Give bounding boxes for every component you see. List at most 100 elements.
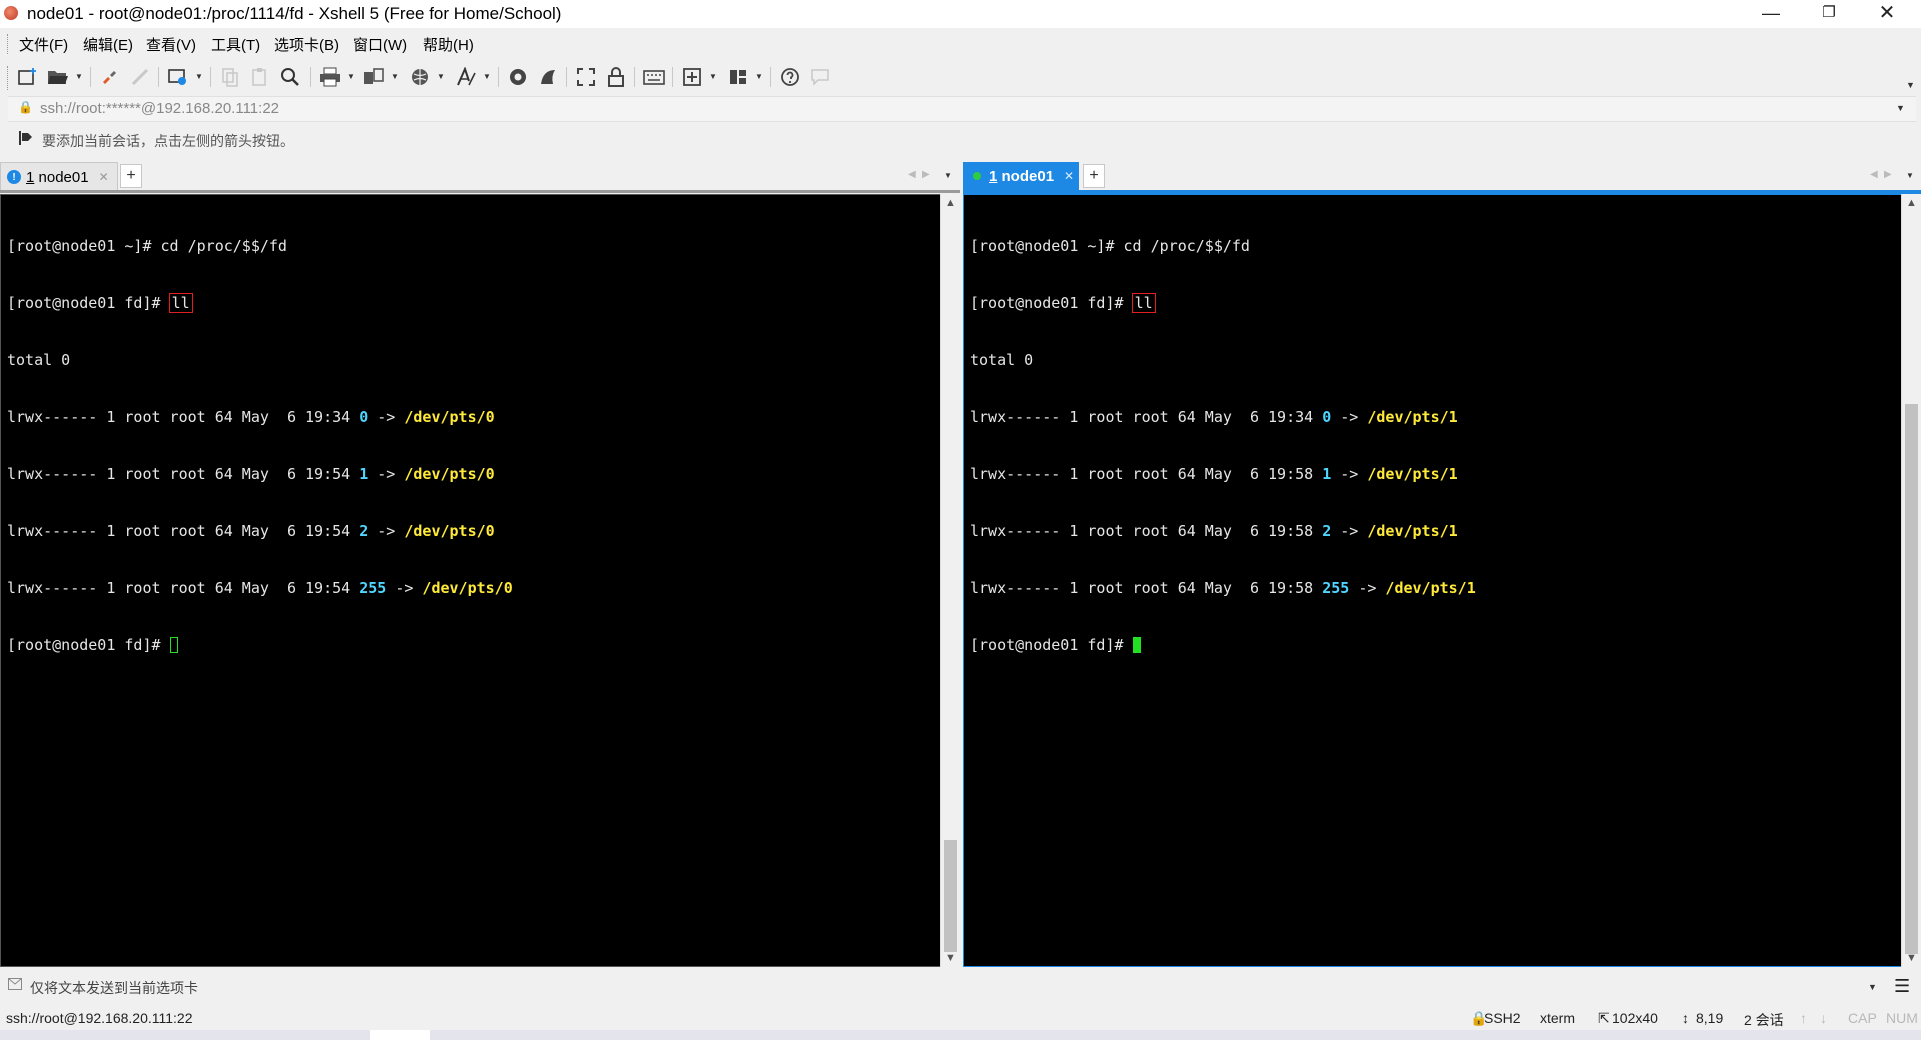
lock-icon: 🔒	[18, 100, 33, 114]
layout-dropdown-icon[interactable]: ▼	[755, 72, 763, 81]
prompt: [root@node01 fd]#	[7, 294, 170, 312]
scroll-up-icon[interactable]: ▲	[1902, 194, 1921, 212]
fd-target: /dev/pts/0	[404, 522, 495, 540]
tab-scroll-left-icon[interactable]: ◀	[1870, 169, 1878, 180]
address-bar[interactable]: 🔒 ssh://root:******@192.168.20.111:22 ▼	[8, 96, 1916, 122]
terminal-line: lrwx------ 1 root root 64 May 6 19:34 0 …	[970, 408, 1476, 427]
tab-scroll-left-icon[interactable]: ◀	[908, 169, 916, 180]
fd-target: /dev/pts/1	[1367, 408, 1458, 426]
compose-bar[interactable]: 仅将文本发送到当前选项卡 ▼ ☰	[0, 974, 1921, 1000]
compose-input[interactable]: 仅将文本发送到当前选项卡	[30, 978, 198, 998]
arrow: ->	[368, 465, 405, 483]
tab-node01-left[interactable]: ! 1 node01 ✕	[0, 162, 118, 191]
vertical-scrollbar[interactable]: ▲ ▼	[940, 194, 960, 967]
status-protocol: SSH2	[1484, 1010, 1521, 1026]
scroll-down-icon[interactable]: ▼	[941, 949, 960, 967]
fd-number: 255	[359, 579, 387, 597]
xshell-app-icon[interactable]	[4, 6, 18, 20]
restore-button[interactable]: ❐	[1800, 0, 1858, 28]
tab-scroll-right-icon[interactable]: ▶	[1884, 169, 1892, 180]
menu-file[interactable]: 文件(F)	[19, 34, 68, 55]
toolbar-overflow-icon[interactable]: ▼	[1906, 80, 1915, 90]
menu-help[interactable]: 帮助(H)	[423, 34, 474, 55]
globe-icon[interactable]	[408, 65, 432, 89]
copy-icon[interactable]	[218, 65, 242, 89]
title-bar: node01 - root@node01:/proc/1114/fd - Xsh…	[0, 0, 1921, 28]
new-tab-button[interactable]: +	[1083, 164, 1105, 188]
session-properties-icon[interactable]	[166, 65, 190, 89]
menu-edit[interactable]: 编辑(E)	[83, 34, 133, 55]
transfer-icon[interactable]	[362, 65, 386, 89]
scroll-thumb[interactable]	[1905, 404, 1918, 954]
font-icon[interactable]	[454, 65, 478, 89]
new-tab-button[interactable]: +	[120, 164, 142, 188]
menu-view[interactable]: 查看(V)	[146, 34, 196, 55]
vertical-scrollbar[interactable]: ▲ ▼	[1901, 194, 1921, 967]
arrow: ->	[1331, 408, 1368, 426]
properties-dropdown-icon[interactable]: ▼	[195, 72, 203, 81]
tab-list-dropdown-icon[interactable]: ▼	[1906, 171, 1914, 180]
add-session-arrow-icon[interactable]	[18, 130, 34, 150]
layout-icon[interactable]	[726, 65, 750, 89]
close-window-button[interactable]: ✕	[1858, 0, 1916, 28]
xftp-icon[interactable]	[506, 65, 530, 89]
menu-window[interactable]: 窗口(W)	[353, 34, 407, 55]
compose-menu-icon[interactable]: ☰	[1894, 976, 1910, 997]
scroll-down-icon[interactable]: ▼	[1902, 949, 1921, 967]
status-cursor-icon: ↕	[1682, 1010, 1689, 1026]
scroll-thumb[interactable]	[944, 840, 957, 952]
paste-icon[interactable]	[248, 65, 272, 89]
terminal-screen[interactable]: [root@node01 ~]# cd /proc/$$/fd [root@no…	[963, 194, 1902, 967]
scroll-up-icon[interactable]: ▲	[941, 194, 960, 212]
address-dropdown-icon[interactable]: ▼	[1896, 103, 1905, 113]
status-bar: ssh://root@192.168.20.111:22 🔒 SSH2 xter…	[0, 1006, 1921, 1030]
menu-tools[interactable]: 工具(T)	[211, 34, 260, 55]
add-to-compose-icon[interactable]	[680, 65, 704, 89]
xshell-feature-icon[interactable]	[536, 65, 560, 89]
terminal-line: lrwx------ 1 root root 64 May 6 19:54 25…	[7, 579, 513, 598]
arrow: ->	[368, 522, 405, 540]
minimize-button[interactable]: —	[1742, 0, 1800, 28]
transfer-dropdown-icon[interactable]: ▼	[391, 72, 399, 81]
print-icon[interactable]	[318, 65, 342, 89]
menu-tab[interactable]: 选项卡(B)	[274, 34, 339, 55]
tab-close-icon[interactable]: ✕	[99, 170, 109, 184]
fd-number: 2	[359, 522, 369, 540]
lock-icon[interactable]	[604, 65, 628, 89]
toolbar-grip[interactable]	[7, 66, 10, 90]
menu-grip[interactable]	[7, 34, 10, 54]
tab-label: 1 node01	[989, 167, 1055, 185]
globe-dropdown-icon[interactable]: ▼	[437, 72, 445, 81]
fd-number: 2	[1322, 522, 1332, 540]
font-dropdown-icon[interactable]: ▼	[483, 72, 491, 81]
fd-number: 255	[1322, 579, 1350, 597]
find-icon[interactable]	[278, 65, 302, 89]
status-terminal-type: xterm	[1540, 1010, 1575, 1026]
compose-dropdown-icon[interactable]: ▼	[1868, 982, 1877, 992]
tab-scroll-right-icon[interactable]: ▶	[922, 169, 930, 180]
listing-prefix: lrwx------ 1 root root 64 May 6 19:54	[7, 465, 360, 483]
tab-node01-right[interactable]: 1 node01 ✕	[963, 162, 1079, 190]
status-down-arrow-icon: ↓	[1820, 1010, 1827, 1026]
fd-number: 1	[359, 465, 369, 483]
tab-close-icon[interactable]: ✕	[1064, 169, 1074, 183]
toolbar-separator	[672, 67, 673, 87]
tab-list-dropdown-icon[interactable]: ▼	[944, 171, 952, 180]
print-dropdown-icon[interactable]: ▼	[347, 72, 355, 81]
disconnect-icon[interactable]	[128, 65, 152, 89]
terminal-screen[interactable]: [root@node01 ~]# cd /proc/$$/fd [root@no…	[0, 194, 941, 967]
fd-target: /dev/pts/1	[1385, 579, 1476, 597]
open-dropdown-icon[interactable]: ▼	[75, 72, 83, 81]
cursor	[169, 637, 178, 653]
open-folder-icon[interactable]	[46, 65, 70, 89]
compose-dropdown-icon[interactable]: ▼	[709, 72, 717, 81]
new-session-icon[interactable]	[16, 65, 40, 89]
reconnect-icon[interactable]	[98, 65, 122, 89]
help-icon[interactable]	[778, 65, 802, 89]
compose-mail-icon	[8, 978, 22, 993]
chat-icon[interactable]	[808, 65, 832, 89]
address-input[interactable]: ssh://root:******@192.168.20.111:22	[40, 100, 279, 117]
highlighted-command: ll	[168, 293, 193, 313]
keyboard-icon[interactable]	[642, 65, 666, 89]
fullscreen-icon[interactable]	[574, 65, 598, 89]
